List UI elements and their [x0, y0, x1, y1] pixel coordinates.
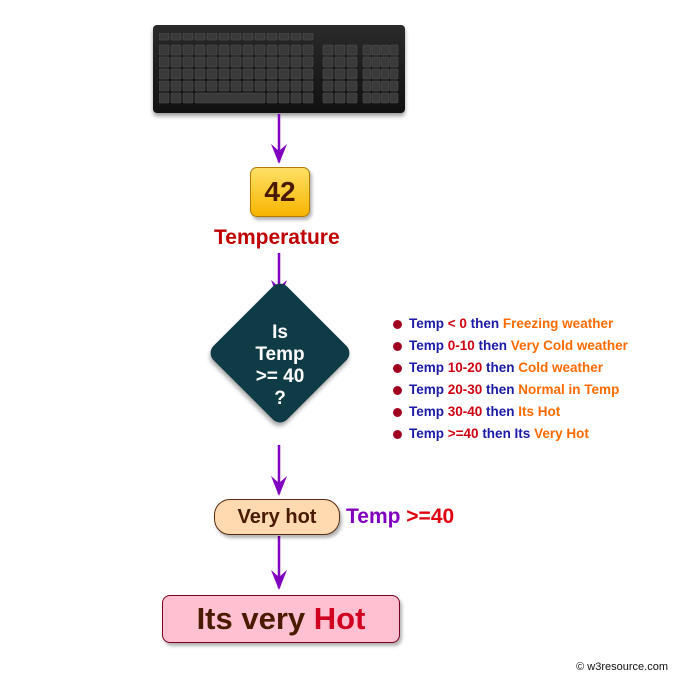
- legend-segment: Temp: [409, 426, 448, 441]
- legend-segment: Its Hot: [518, 404, 561, 419]
- legend-segment: Temp: [409, 382, 448, 397]
- legend-item: Temp < 0 then Freezing weather: [393, 313, 628, 335]
- legend-segment: Very Hot: [534, 426, 589, 441]
- branch-box: Very hot: [214, 499, 340, 535]
- legend-segment: Temp: [409, 404, 448, 419]
- temperature-legend: Temp < 0 then Freezing weather Temp 0-10 …: [393, 313, 628, 445]
- legend-segment: 10-20: [447, 360, 483, 375]
- legend-item: Temp 20-30 then Normal in Temp: [393, 379, 628, 401]
- legend-segment: Temp: [409, 316, 448, 331]
- result-box: Its very Hot: [162, 595, 400, 643]
- legend-segment: < 0: [447, 316, 467, 331]
- bullet-icon: [393, 341, 402, 351]
- bullet-icon: [393, 363, 402, 373]
- bullet-icon: [393, 319, 402, 329]
- legend-segment: Very Cold weather: [510, 338, 628, 353]
- input-value-box: 42: [250, 167, 310, 217]
- bullet-icon: [393, 385, 402, 395]
- branch-condition: Temp >=40: [346, 505, 455, 528]
- legend-segment: Temp: [409, 338, 448, 353]
- legend-segment: then: [482, 360, 519, 375]
- legend-item: Temp 0-10 then Very Cold weather: [393, 335, 628, 357]
- bullet-icon: [393, 407, 402, 417]
- legend-segment: then: [482, 382, 519, 397]
- bullet-icon: [393, 429, 402, 439]
- flowchart: 42 Temperature Is Temp >= 40 ? Temp < 0 …: [0, 0, 674, 678]
- legend-segment: then: [466, 316, 503, 331]
- legend-segment: then: [482, 404, 519, 419]
- legend-segment: Cold weather: [518, 360, 604, 375]
- input-label: Temperature: [214, 226, 340, 249]
- legend-item: Temp 10-20 then Cold weather: [393, 357, 628, 379]
- legend-segment: 30-40: [447, 404, 483, 419]
- decision-text: Is Temp >= 40 ?: [255, 322, 305, 409]
- copyright: © w3resource.com: [576, 661, 668, 673]
- legend-segment: Normal in Temp: [518, 382, 620, 397]
- legend-item: Temp >=40 then Its Very Hot: [393, 423, 628, 445]
- legend-segment: 20-30: [447, 382, 483, 397]
- legend-segment: 0-10: [447, 338, 475, 353]
- legend-segment: Freezing weather: [502, 316, 614, 331]
- legend-segment: Temp: [409, 360, 448, 375]
- legend-segment: >=40: [447, 426, 479, 441]
- legend-item: Temp 30-40 then Its Hot: [393, 401, 628, 423]
- legend-segment: then Its: [478, 426, 535, 441]
- legend-segment: then: [474, 338, 511, 353]
